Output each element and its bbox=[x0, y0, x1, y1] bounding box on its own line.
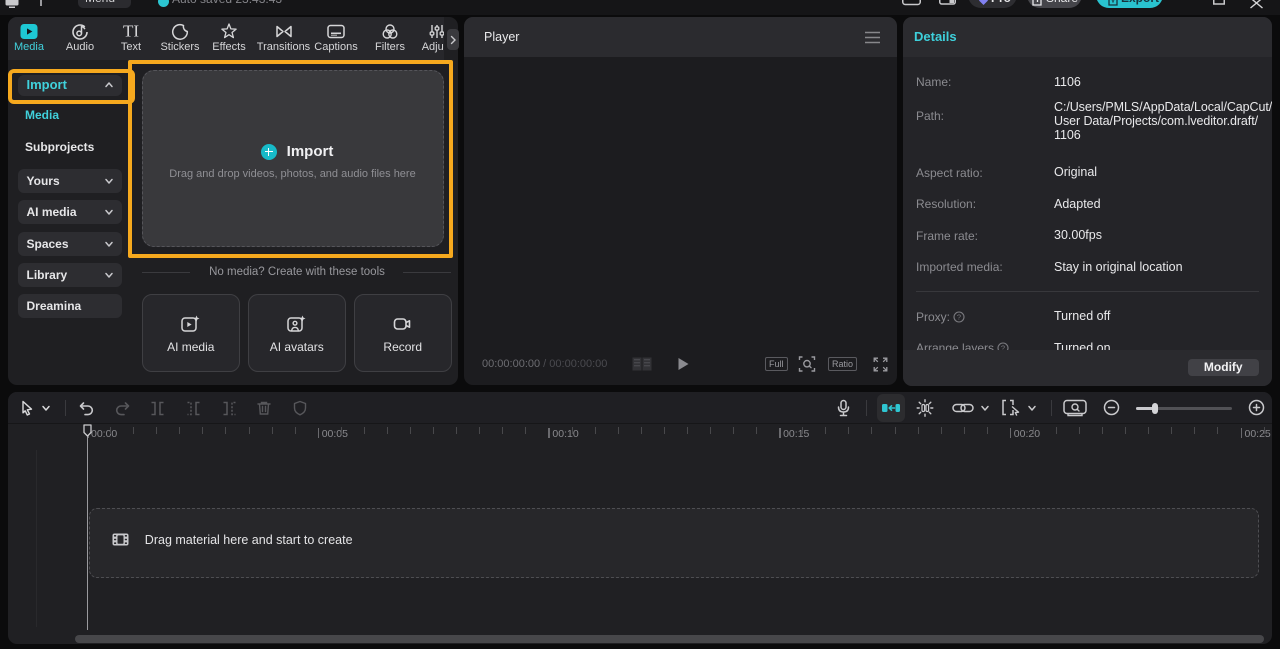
svg-text:?: ? bbox=[957, 312, 961, 321]
svg-text:TI: TI bbox=[123, 23, 139, 40]
